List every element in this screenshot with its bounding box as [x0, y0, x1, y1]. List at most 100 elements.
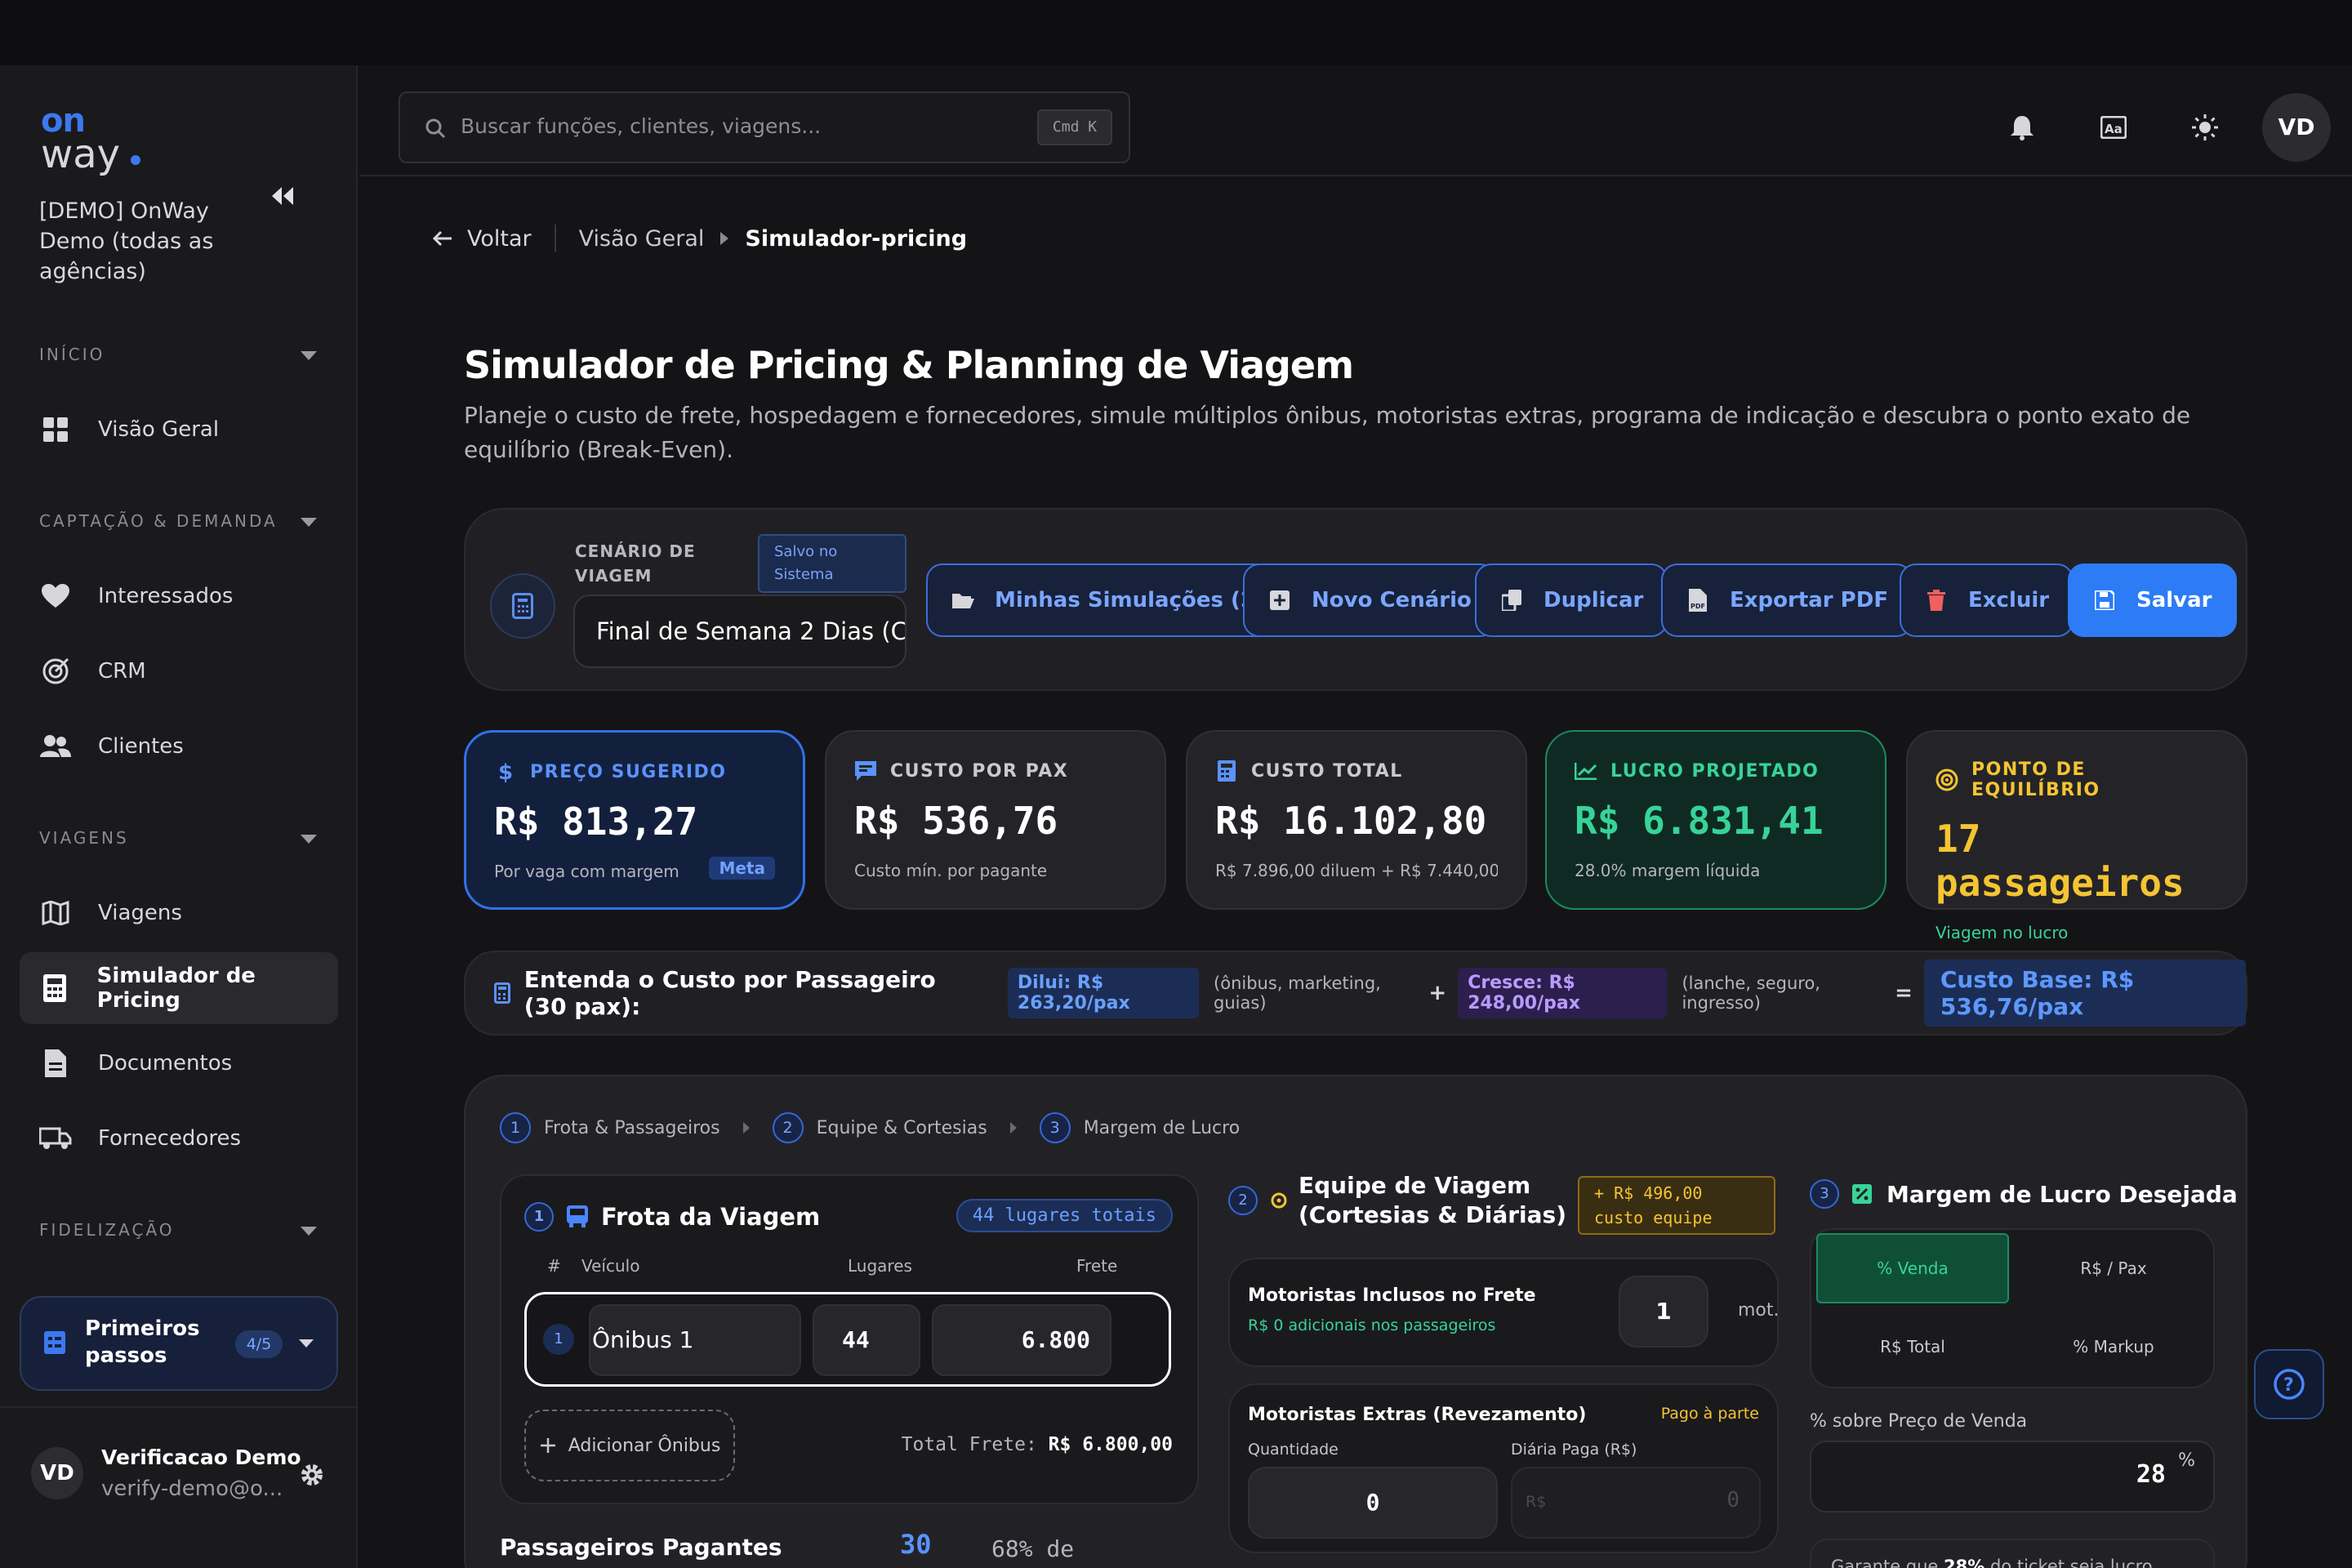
- users-icon: [39, 730, 72, 763]
- sidebar-item-label: Clientes: [98, 734, 184, 759]
- included-drivers-input[interactable]: 1: [1619, 1276, 1708, 1348]
- plus-square-icon: [1267, 588, 1292, 612]
- help-icon[interactable]: ?: [2254, 1349, 2324, 1419]
- add-bus-button[interactable]: Adicionar Ônibus: [524, 1410, 735, 1481]
- sidebar-item-interessados[interactable]: Interessados: [20, 560, 338, 632]
- extra-drivers-title: Motoristas Extras (Revezamento): [1248, 1405, 1587, 1425]
- first-steps-badge: 4/5: [235, 1330, 283, 1358]
- checklist-icon: [42, 1330, 67, 1355]
- margin-input-label: % sobre Preço de Venda: [1810, 1411, 2028, 1432]
- kpi-label: CUSTO TOTAL: [1251, 760, 1403, 782]
- seats-input[interactable]: 44: [813, 1304, 920, 1376]
- dollar-icon: $: [494, 760, 517, 783]
- daily-rate-prefix: R$: [1526, 1493, 1547, 1511]
- collapse-sidebar-icon[interactable]: [266, 181, 299, 211]
- duplicate-button[interactable]: Duplicar: [1475, 564, 1668, 637]
- step-number: 2: [772, 1112, 804, 1143]
- mode-pct-markup[interactable]: % Markup: [2017, 1312, 2210, 1382]
- section-inicio[interactable]: INÍCIO: [39, 345, 105, 364]
- kpi-break-even: PONTO DE EQUILÍBRIO 17 passageiros Viage…: [1906, 730, 2247, 942]
- freight-input[interactable]: 6.800: [932, 1304, 1111, 1376]
- paying-passengers-value[interactable]: 30: [900, 1529, 932, 1560]
- sidebar-item-label: Simulador de Pricing: [96, 964, 256, 1013]
- section-viagens[interactable]: VIAGENS: [39, 828, 129, 848]
- kpi-label: CUSTO POR PAX: [890, 760, 1069, 782]
- chevron-down-icon[interactable]: [299, 516, 318, 529]
- delete-button[interactable]: Excluir: [1900, 564, 2074, 637]
- included-drivers-card: Motoristas Inclusos no Frete R$ 0 adicio…: [1228, 1258, 1780, 1367]
- chevron-down-icon: [297, 1337, 315, 1350]
- translate-icon[interactable]: Aa: [2091, 105, 2136, 150]
- section-captacao[interactable]: CAPTAÇÃO & DEMANDA: [39, 511, 278, 531]
- scenario-name-input[interactable]: Final de Semana 2 Dias (Co: [573, 595, 906, 668]
- search-icon: [423, 116, 448, 140]
- chevron-down-icon[interactable]: [299, 1225, 318, 1238]
- freight-total-label: Total Frete:: [901, 1434, 1037, 1455]
- back-link[interactable]: Voltar: [467, 226, 532, 252]
- arrow-left-icon[interactable]: [431, 230, 454, 247]
- team-header: 2: [1228, 1186, 1289, 1215]
- margin-input[interactable]: 28 %: [1810, 1441, 2215, 1512]
- kpi-value: 17 passageiros: [1936, 817, 2185, 905]
- daily-rate-input[interactable]: R$ 0: [1511, 1467, 1761, 1539]
- bus-row: 1 Ônibus 1 44 6.800: [524, 1292, 1171, 1387]
- new-scenario-button[interactable]: Novo Cenário: [1243, 564, 1496, 637]
- search-bar[interactable]: Buscar funções, clientes, viagens... Cmd…: [399, 91, 1130, 163]
- step-label[interactable]: Margem de Lucro: [1084, 1118, 1240, 1138]
- pdf-icon: PDF: [1686, 588, 1710, 612]
- cost-explanation-bar: Entenda o Custo por Passageiro (30 pax):…: [464, 951, 2247, 1036]
- receipt-icon: [854, 760, 877, 782]
- search-input[interactable]: Buscar funções, clientes, viagens...: [461, 114, 821, 138]
- bell-icon[interactable]: [1999, 105, 2045, 150]
- section-number: 1: [524, 1202, 554, 1232]
- plus-sign: +: [1428, 981, 1447, 1005]
- extra-drivers-qty-input[interactable]: 0: [1248, 1467, 1498, 1539]
- step-label[interactable]: Frota & Passageiros: [544, 1118, 720, 1138]
- export-pdf-button[interactable]: PDF Exportar PDF: [1661, 564, 1913, 637]
- sidebar-divider: [0, 1406, 358, 1408]
- sidebar-item-visao-geral[interactable]: Visão Geral: [20, 394, 338, 466]
- kpi-value: R$ 16.102,80: [1215, 799, 1487, 843]
- heart-icon: [39, 580, 72, 612]
- chevron-down-icon[interactable]: [299, 350, 318, 363]
- sidebar-item-viagens[interactable]: Viagens: [20, 877, 338, 949]
- delete-label: Excluir: [1968, 588, 2050, 612]
- chevron-down-icon[interactable]: [299, 833, 318, 846]
- step-label[interactable]: Equipe & Cortesias: [817, 1118, 987, 1138]
- breadcrumb-current: Simulador-pricing: [745, 225, 968, 252]
- user-avatar[interactable]: VD: [31, 1447, 83, 1499]
- margin-unit: %: [2178, 1450, 2195, 1471]
- chevron-right-icon: [719, 232, 730, 245]
- kpi-label: LUCRO PROJETADO: [1610, 760, 1820, 782]
- breadcrumb-parent[interactable]: Visão Geral: [579, 226, 705, 252]
- equals-sign: =: [1895, 981, 1913, 1005]
- kpi-total-cost: CUSTO TOTAL R$ 16.102,80 R$ 7.896,00 dil…: [1186, 730, 1527, 910]
- mode-rs-pax[interactable]: R$ / Pax: [2017, 1233, 2210, 1303]
- sidebar-item-clientes[interactable]: Clientes: [20, 710, 338, 782]
- vehicle-name-input[interactable]: Ônibus 1: [589, 1304, 801, 1376]
- mode-pct-venda[interactable]: % Venda: [1816, 1233, 2009, 1303]
- first-steps-card[interactable]: Primeiros passos 4/5: [20, 1296, 338, 1391]
- explain-title: Entenda o Custo por Passageiro (30 pax):: [523, 966, 936, 1020]
- page-title: Simulador de Pricing & Planning de Viage…: [464, 343, 1354, 387]
- daily-rate-value: 0: [1726, 1488, 1740, 1512]
- sidebar-item-documentos[interactable]: Documentos: [20, 1027, 338, 1099]
- gear-icon[interactable]: [297, 1460, 327, 1490]
- org-name[interactable]: [DEMO] OnWay Demo (todas as agências): [39, 196, 252, 287]
- save-icon: [2092, 588, 2117, 612]
- my-simulations-button[interactable]: Minhas Simulações (2): [926, 564, 1290, 637]
- mode-rs-total[interactable]: R$ Total: [1816, 1312, 2009, 1382]
- header-avatar[interactable]: VD: [2262, 93, 2331, 162]
- logo-way: way: [41, 131, 121, 177]
- sidebar-item-label: Documentos: [98, 1051, 233, 1076]
- breadcrumb: Voltar Visão Geral Simulador-pricing: [431, 222, 967, 255]
- team-title: Equipe de Viagem (Cortesias & Diárias): [1298, 1172, 1567, 1228]
- sidebar-item-fornecedores[interactable]: Fornecedores: [20, 1102, 338, 1174]
- save-button[interactable]: Salvar: [2068, 564, 2237, 637]
- section-fidelizacao[interactable]: FIDELIZAÇÃO: [39, 1220, 175, 1240]
- sun-icon[interactable]: [2182, 105, 2228, 150]
- plus-icon: [539, 1437, 557, 1454]
- step-number: 1: [500, 1112, 531, 1143]
- sidebar-item-crm[interactable]: CRM: [20, 635, 338, 707]
- sidebar-item-simulador[interactable]: Simulador de Pricing: [20, 952, 338, 1024]
